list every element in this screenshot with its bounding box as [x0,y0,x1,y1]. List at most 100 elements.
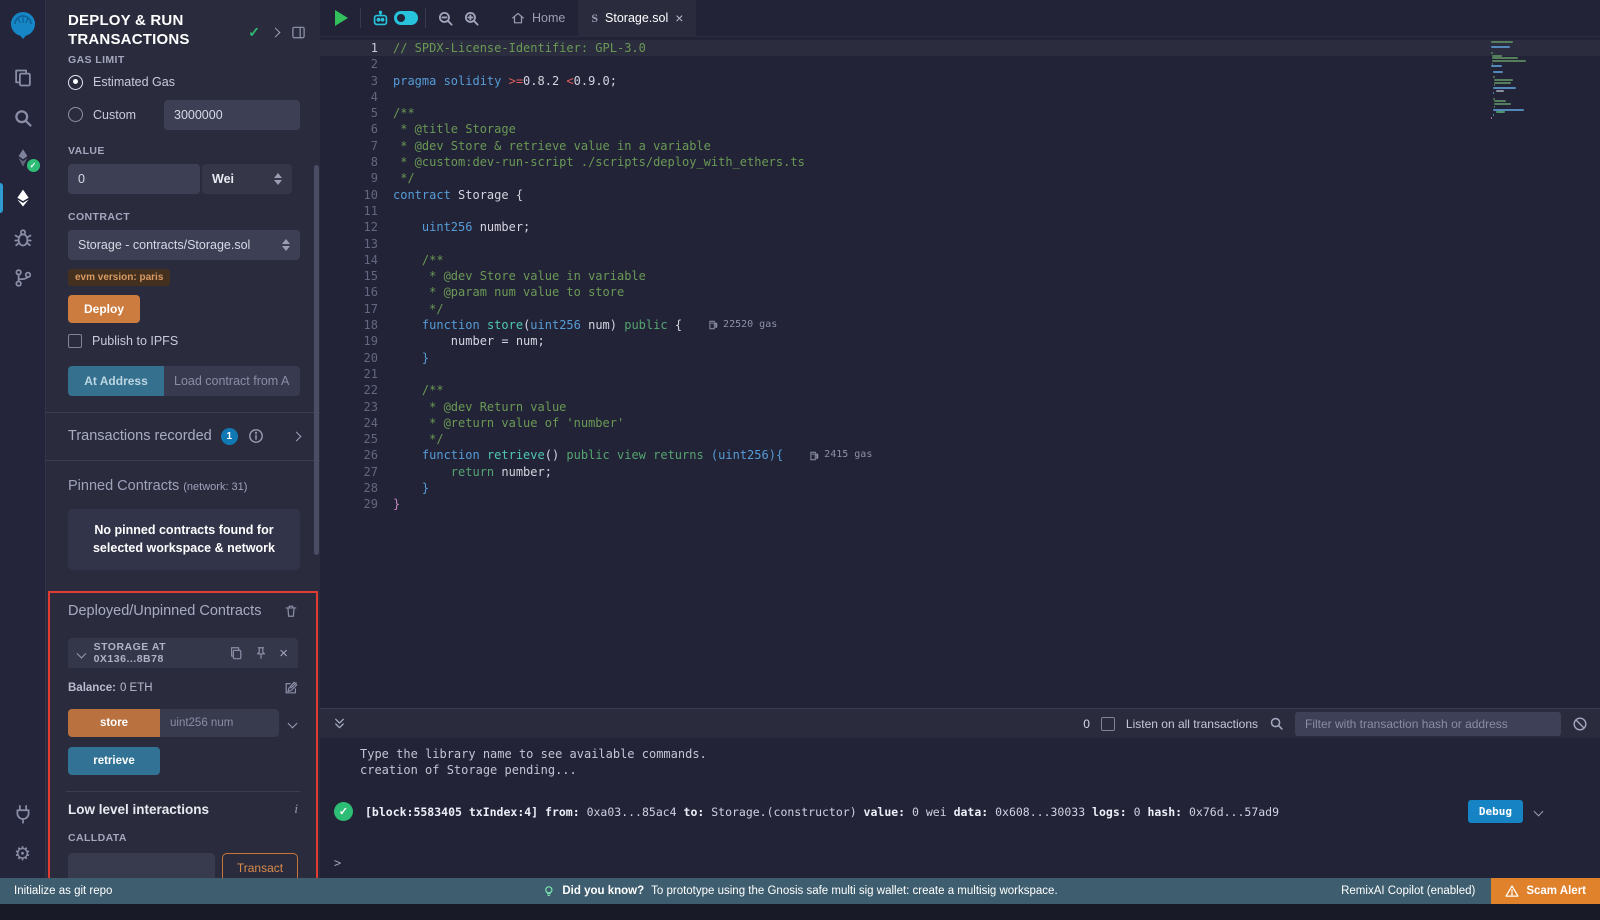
code-line[interactable]: 28 } [320,480,1600,496]
git-init-button[interactable]: Initialize as git repo [0,885,112,897]
code-editor[interactable]: 1// SPDX-License-Identifier: GPL-3.023pr… [320,37,1600,708]
terminal-search-icon[interactable] [1269,716,1284,731]
transact-button[interactable]: Transact [222,853,298,878]
code-line[interactable]: 27 return number; [320,464,1600,480]
copy-icon[interactable] [229,646,243,660]
ai-copilot-robot-icon[interactable] [367,5,393,31]
transaction-log-entry[interactable]: ✓ [block:5583405 txIndex:4] from: 0xa03.… [334,800,1582,823]
line-number: 2 [320,56,378,72]
workspace: Home S Storage.sol × 1// SPDX-License-Id… [320,0,1600,878]
code-line[interactable]: 12 uint256 number; [320,219,1600,235]
publish-ipfs-checkbox[interactable] [68,334,82,348]
code-line[interactable]: 7 * @dev Store & retrieve value in a var… [320,138,1600,154]
code-line[interactable]: 6 * @title Storage [320,121,1600,137]
scam-alert-button[interactable]: Scam Alert [1491,878,1600,904]
code-line[interactable]: 17 */ [320,301,1600,317]
pinned-contracts-title: Pinned Contracts (network: 31) [46,478,320,494]
retrieve-function-button[interactable]: retrieve [68,747,160,775]
clear-terminal-icon[interactable] [1572,716,1588,732]
tab-storage-sol[interactable]: S Storage.sol × [578,0,696,37]
code-line[interactable]: 22 /** [320,382,1600,398]
code-line[interactable]: 24 * @return value of 'number' [320,415,1600,431]
deploy-button[interactable]: Deploy [68,295,140,323]
pinned-empty-message: No pinned contracts found for selected w… [68,509,300,571]
code-line[interactable]: 4 [320,89,1600,105]
pin-panel-icon[interactable] [291,25,306,40]
at-address-input[interactable] [164,366,300,396]
expand-terminal-icon[interactable] [332,716,347,731]
file-explorer-icon[interactable] [0,58,46,98]
git-icon[interactable] [0,258,46,298]
code-line[interactable]: 8 * @custom:dev-run-script ./scripts/dep… [320,154,1600,170]
code-line[interactable]: 5/** [320,105,1600,121]
value-unit-select[interactable]: Wei [202,164,292,194]
info-icon[interactable] [248,428,264,444]
debug-button[interactable]: Debug [1468,800,1523,823]
code-line[interactable]: 1// SPDX-License-Identifier: GPL-3.0 [320,40,1600,56]
estimated-gas-radio[interactable] [68,75,83,90]
terminal-prompt[interactable]: > [320,856,1600,878]
contract-instance-label: STORAGE AT 0X136...8B78 [94,641,230,665]
store-argument-input[interactable] [160,709,279,737]
copilot-status[interactable]: RemixAI Copilot (enabled) [1341,885,1475,897]
trash-icon[interactable] [284,604,298,618]
value-unit: Wei [212,172,234,186]
copilot-toggle[interactable] [393,5,419,31]
deploy-and-run-icon[interactable] [0,178,46,218]
custom-gas-input[interactable] [164,100,300,130]
run-script-icon[interactable] [328,5,354,31]
code-line[interactable]: 16 * @param num value to store [320,284,1600,300]
settings-icon[interactable]: ⚙ [0,834,46,874]
code-line[interactable]: 20 } [320,350,1600,366]
edit-balance-icon[interactable] [284,681,298,695]
code-line[interactable]: 10contract Storage { [320,187,1600,203]
code-line[interactable]: 13 [320,236,1600,252]
line-number: 21 [320,366,378,382]
listen-all-checkbox[interactable] [1101,717,1115,731]
contract-instance-header[interactable]: STORAGE AT 0X136...8B78 × [68,638,298,668]
code-line[interactable]: 3pragma solidity >=0.8.2 <0.9.0; [320,73,1600,89]
panel-forward-icon[interactable] [271,28,281,38]
at-address-button[interactable]: At Address [68,366,164,396]
plugin-manager-icon[interactable] [0,794,46,834]
contract-select[interactable]: Storage - contracts/Storage.sol [68,230,300,260]
deploy-run-panel: DEPLOY & RUN TRANSACTIONS ✓ GAS LIMIT Es… [46,0,320,878]
expand-args-icon[interactable] [288,718,298,728]
zoom-in-icon[interactable] [458,5,484,31]
pin-icon[interactable] [254,646,268,660]
terminal-output: Type the library name to see available c… [320,738,1600,778]
close-tab-icon[interactable]: × [675,10,683,26]
code-line[interactable]: 23 * @dev Return value [320,399,1600,415]
tab-home[interactable]: Home [498,0,578,37]
code-line[interactable]: 25 */ [320,431,1600,447]
terminal-filter-input[interactable] [1295,712,1561,736]
code-line[interactable]: 2 [320,56,1600,72]
search-icon[interactable] [0,98,46,138]
panel-scrollbar[interactable] [314,165,319,555]
transactions-count-badge: 1 [221,428,238,445]
remix-logo-icon[interactable] [6,8,40,42]
line-number: 12 [320,219,378,235]
code-line[interactable]: 19 number = num; [320,333,1600,349]
debugger-icon[interactable] [0,218,46,258]
code-line[interactable]: 14 /** [320,252,1600,268]
close-instance-icon[interactable]: × [279,646,288,661]
terminal[interactable]: Type the library name to see available c… [320,738,1600,878]
solidity-compiler-icon[interactable]: ✓ [0,138,46,178]
custom-gas-radio[interactable] [68,107,83,122]
code-line[interactable]: 18 function store(uint256 num) public {2… [320,317,1600,333]
zoom-out-icon[interactable] [432,5,458,31]
code-line[interactable]: 29} [320,496,1600,512]
value-input[interactable] [68,164,200,194]
low-level-info-icon[interactable]: i [294,801,298,817]
code-line[interactable]: 11 [320,203,1600,219]
transactions-recorded-row[interactable]: Transactions recorded 1 [46,413,320,460]
expand-tx-icon[interactable] [1534,807,1544,817]
store-function-button[interactable]: store [68,709,160,737]
code-line[interactable]: 15 * @dev Store value in variable [320,268,1600,284]
code-line[interactable]: 9 */ [320,170,1600,186]
calldata-input[interactable] [68,853,215,878]
code-line[interactable]: 26 function retrieve() public view retur… [320,447,1600,463]
listen-all-label: Listen on all transactions [1126,717,1258,731]
code-line[interactable]: 21 [320,366,1600,382]
